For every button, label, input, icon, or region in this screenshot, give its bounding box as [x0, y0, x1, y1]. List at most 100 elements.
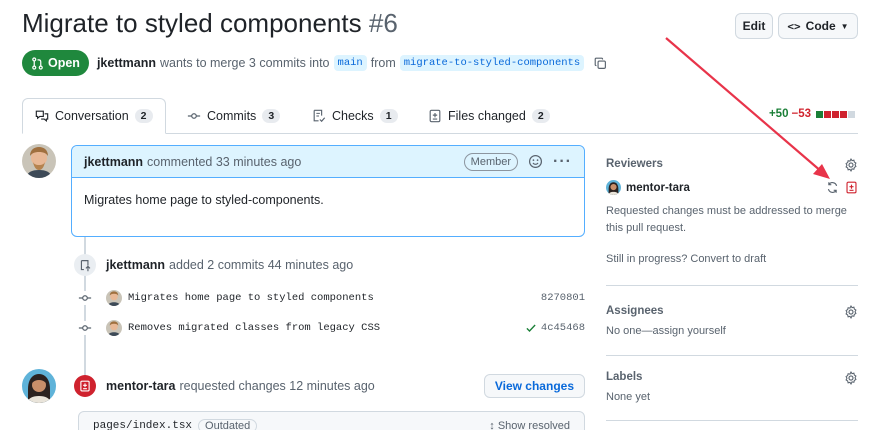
sidebar-divider [606, 355, 858, 356]
commit-sha[interactable]: 4c45468 [525, 322, 585, 334]
git-commit-icon [187, 113, 201, 119]
check-icon [526, 324, 536, 332]
triangle-down-icon: ▼ [840, 21, 849, 31]
pr-tabs: Conversation 2 Commits 3 Checks 1 Files … [0, 98, 880, 134]
diffstat-block [848, 110, 855, 118]
review-event: mentor-tara requested changes 12 minutes… [74, 373, 585, 399]
pr-meta: Open jkettmann wants to merge 3 commits … [22, 50, 607, 76]
diffstat-block [816, 110, 823, 118]
diffstat-additions: +50 [768, 108, 789, 120]
labels-title: Labels [606, 371, 643, 383]
merge-summary: wants to merge 3 commits into [160, 56, 330, 70]
tab-counter: 3 [262, 109, 281, 123]
requested-changes-note: Requested changes must be addressed to m… [606, 205, 847, 234]
code-button-label: Code [805, 19, 836, 33]
tab-counter: 2 [531, 109, 550, 123]
commit-sha-text: 4c45468 [540, 322, 585, 334]
show-resolved-link[interactable]: ↕ Show resolved [489, 420, 570, 430]
diffstat-block [832, 110, 839, 118]
reviewer-name[interactable]: mentor-tara [626, 182, 690, 194]
sidebar-divider [606, 420, 858, 421]
kebab-horizontal-icon[interactable]: ··· [553, 153, 572, 171]
tab-conversation[interactable]: Conversation 2 [22, 98, 166, 134]
commit-message[interactable]: Removes migrated classes from legacy CSS [128, 322, 380, 334]
gear-icon[interactable] [844, 158, 858, 175]
reviewer-row: mentor-tara [606, 180, 858, 195]
comment-box: jkettmann commented 33 minutes ago Membe… [71, 145, 585, 237]
commit-author-avatar[interactable] [106, 290, 122, 306]
diffstat-deletions: −53 [791, 108, 811, 120]
diffstat-blocks [816, 110, 855, 118]
diffstat-block [824, 110, 831, 118]
view-changes-button[interactable]: View changes [483, 374, 585, 398]
assignees-section: Assignees No one—assign yourself [606, 305, 858, 340]
review-file-header: pages/index.tsx Outdated ↕ Show resolved [78, 411, 585, 430]
avatar[interactable] [22, 144, 56, 178]
review-description: requested changes 12 minutes ago [179, 379, 375, 393]
commit-sha-text: 8270801 [540, 292, 585, 304]
event-author[interactable]: jkettmann [106, 258, 165, 272]
file-path[interactable]: pages/index.tsx [93, 420, 192, 430]
file-diff-icon [846, 181, 857, 194]
comment-timestamp: commented 33 minutes ago [147, 154, 302, 169]
tab-files-changed[interactable]: Files changed 2 [428, 98, 550, 134]
gear-icon[interactable] [844, 371, 858, 388]
reviewer-avatar[interactable] [606, 180, 621, 195]
pr-title: Migrate to styled components #6 [22, 8, 398, 39]
outdated-badge: Outdated [198, 419, 258, 430]
commit-row: Migrates home page to styled components … [78, 288, 585, 308]
avatar[interactable] [22, 369, 56, 403]
comment-author[interactable]: jkettmann [84, 155, 143, 169]
commit-author-avatar[interactable] [106, 320, 122, 336]
edit-button[interactable]: Edit [735, 13, 773, 39]
convert-to-draft-link[interactable]: Still in progress? Convert to draft [606, 251, 858, 268]
gear-icon[interactable] [844, 305, 858, 322]
comment-body: Migrates home page to styled-components. [84, 193, 324, 207]
commit-message[interactable]: Migrates home page to styled components [128, 292, 374, 304]
tab-label: Commits [207, 109, 257, 123]
tab-label: Checks [332, 109, 374, 123]
commit-sha[interactable]: 8270801 [541, 292, 585, 304]
tab-checks[interactable]: Checks 1 [312, 98, 398, 134]
sync-icon[interactable] [826, 181, 839, 194]
edit-button-label: Edit [742, 19, 766, 33]
labels-section: Labels None yet [606, 371, 858, 406]
review-author[interactable]: mentor-tara [106, 379, 175, 393]
file-diff-icon [429, 109, 441, 123]
reviewers-section: Reviewers mentor-tara Requested changes … [606, 158, 858, 268]
code-button[interactable]: <> Code ▼ [778, 13, 858, 39]
comment-discussion-icon [35, 110, 49, 122]
state-badge: Open [22, 50, 89, 76]
diffstat-block [840, 110, 847, 118]
comment-header: jkettmann commented 33 minutes ago Membe… [72, 146, 584, 178]
diffstat: +50 −53 [769, 108, 855, 120]
event-description: added 2 commits 44 minutes ago [169, 258, 354, 272]
smiley-icon[interactable] [528, 154, 543, 169]
assign-yourself-link[interactable]: No one—assign yourself [606, 323, 858, 340]
tab-counter: 2 [134, 109, 153, 123]
tab-commits[interactable]: Commits 3 [187, 98, 281, 134]
commits-added-event: jkettmann added 2 commits 44 minutes ago [74, 254, 353, 276]
labels-value: None yet [606, 391, 651, 403]
tab-counter: 1 [379, 109, 398, 123]
reviewer-actions [826, 181, 858, 194]
base-branch[interactable]: main [333, 55, 367, 71]
tab-label: Conversation [55, 109, 129, 123]
pr-title-text: Migrate to styled components [22, 8, 362, 38]
copy-icon[interactable] [594, 57, 607, 70]
member-badge: Member [463, 152, 519, 171]
file-diff-icon [74, 375, 96, 397]
pull-request-icon [32, 56, 43, 70]
show-resolved-label: Show resolved [497, 420, 570, 430]
code-icon: <> [787, 19, 801, 33]
from-word: from [370, 56, 396, 70]
head-branch[interactable]: migrate-to-styled-components [399, 55, 585, 71]
author-link[interactable]: jkettmann [97, 56, 156, 70]
state-label: Open [48, 56, 80, 70]
tab-label: Files changed [448, 109, 526, 123]
pr-number: #6 [368, 8, 398, 38]
repo-push-icon [74, 254, 96, 276]
checklist-icon [313, 109, 326, 123]
reviewers-title: Reviewers [606, 158, 663, 170]
assignees-title: Assignees [606, 305, 664, 317]
